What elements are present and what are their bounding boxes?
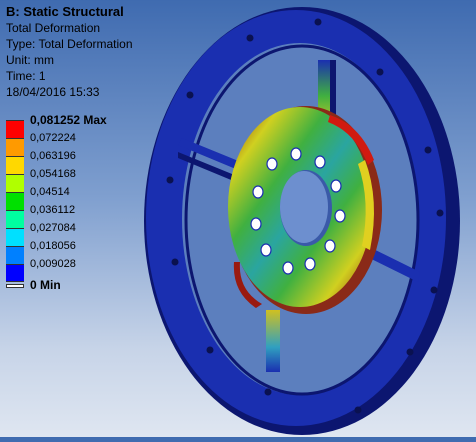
result-info: B: Static Structural Total Deformation T… — [6, 4, 186, 100]
legend-swatch — [6, 228, 24, 246]
legend-swatch — [6, 156, 24, 174]
legend-swatch — [6, 174, 24, 192]
legend-max-label: 0,081252 Max — [30, 113, 107, 127]
legend-value: 0,027084 — [30, 222, 76, 234]
legend-value: 0,072224 — [30, 132, 76, 144]
legend-value: 0,063196 — [30, 150, 76, 162]
legend-swatch-min — [6, 264, 24, 282]
result-unit: Unit: mm — [6, 53, 54, 67]
color-legend[interactable]: 0,081252 Max 0,072224 0,063196 0,054168 … — [0, 113, 140, 293]
legend-swatch — [6, 138, 24, 156]
legend-value: 0,036112 — [30, 204, 76, 216]
analysis-title: B: Static Structural — [6, 4, 124, 19]
legend-swatch — [6, 192, 24, 210]
result-date: 18/04/2016 15:33 — [6, 85, 100, 99]
arm-bottom — [266, 310, 280, 372]
legend-value: 0,018056 — [30, 240, 76, 252]
legend-swatch-max — [6, 120, 24, 138]
legend-swatch-zero — [6, 284, 24, 288]
result-type: Type: Total Deformation — [6, 37, 133, 51]
result-name: Total Deformation — [6, 21, 101, 35]
legend-value: 0,009028 — [30, 258, 76, 270]
legend-swatch — [6, 246, 24, 264]
legend-min-label: 0 Min — [30, 278, 61, 292]
result-time: Time: 1 — [6, 69, 46, 83]
legend-value: 0,04514 — [30, 186, 70, 198]
legend-value: 0,054168 — [30, 168, 76, 180]
legend-swatch — [6, 210, 24, 228]
